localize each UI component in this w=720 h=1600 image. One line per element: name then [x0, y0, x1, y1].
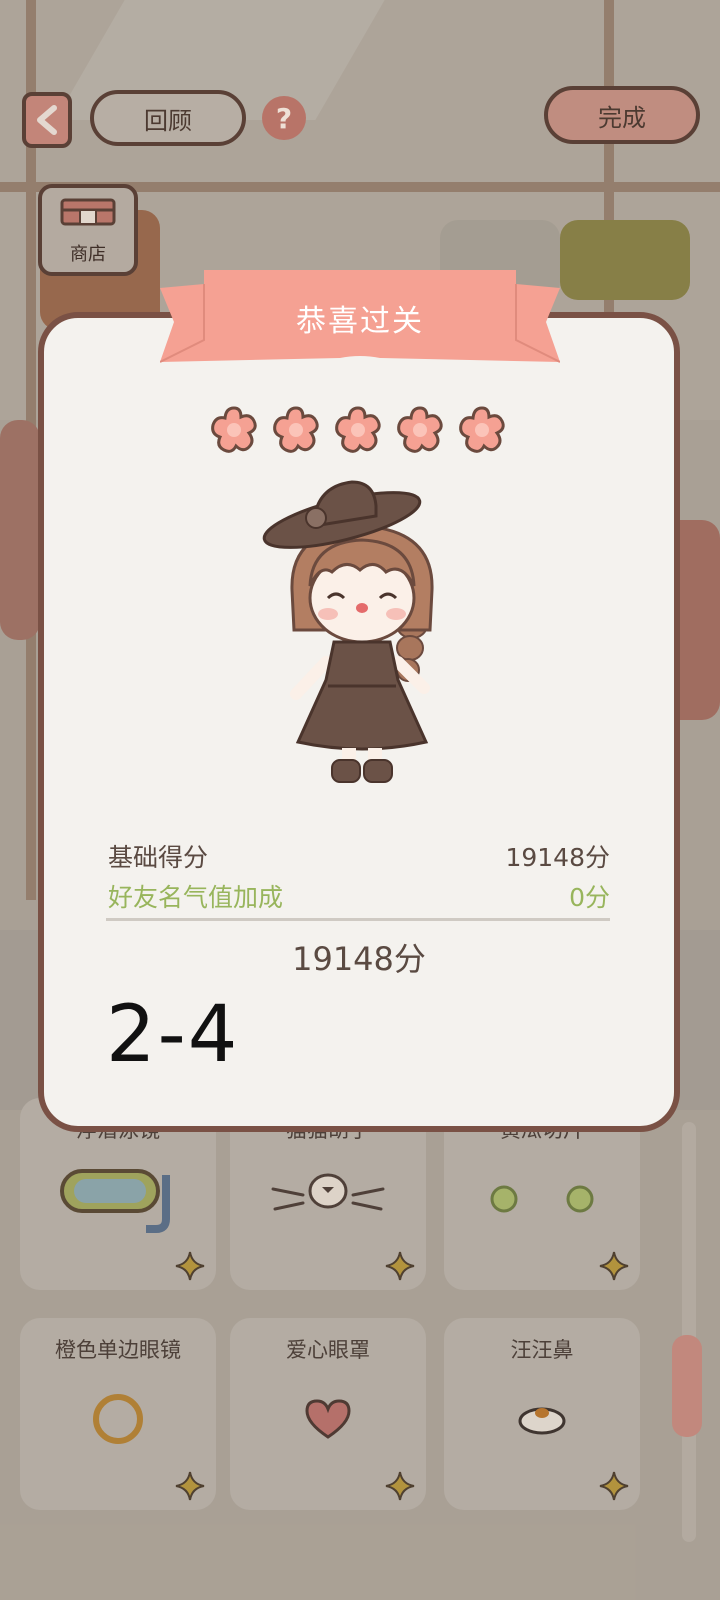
score-divider — [106, 918, 610, 921]
help-button[interactable]: ? — [262, 96, 306, 140]
item-card-heart-eyepatch[interactable]: 爱心眼罩 — [230, 1318, 426, 1510]
shop-icon — [60, 198, 116, 226]
snorkel-goggles-icon — [60, 1169, 170, 1233]
item-name: 汪汪鼻 — [510, 1338, 574, 1362]
cucumber-slices-icon — [490, 1185, 594, 1213]
flower-star-icon — [335, 406, 381, 453]
chevron-left-icon — [37, 105, 57, 135]
base-score-value: 19148分 — [505, 843, 610, 872]
question-mark-icon: ? — [275, 101, 293, 135]
shop-button[interactable]: 商店 — [38, 184, 138, 276]
cat-whiskers-icon — [271, 1173, 385, 1211]
item-card-monocle[interactable]: 橙色单边眼镜 — [20, 1318, 216, 1510]
rating-stars — [208, 404, 508, 456]
heart-eyepatch-icon — [305, 1399, 351, 1439]
flower-star-icon — [459, 406, 505, 453]
review-button[interactable]: 回顾 — [90, 90, 246, 146]
sparkle-star-icon — [175, 1471, 205, 1501]
review-label: 回顾 — [144, 106, 192, 135]
base-score-label: 基础得分 — [108, 843, 209, 872]
shop-label: 商店 — [70, 244, 106, 265]
sparkle-star-icon — [385, 1251, 415, 1281]
level-number: 2-4 — [106, 990, 240, 1080]
flower-star-icon — [273, 406, 319, 453]
dressed-character-illustration — [262, 480, 434, 783]
flower-star-icon — [211, 406, 257, 453]
friend-bonus-value: 0分 — [569, 883, 610, 912]
item-name: 爱心眼罩 — [286, 1338, 370, 1362]
done-label: 完成 — [598, 103, 646, 132]
flower-star-icon — [397, 406, 443, 453]
item-name: 橙色单边眼镜 — [55, 1338, 181, 1362]
base-score-row: 基础得分 19148分 — [108, 838, 610, 874]
sparkle-star-icon — [599, 1251, 629, 1281]
dialog-title: 恭喜过关 — [296, 304, 424, 339]
item-scrollbar-track[interactable] — [682, 1122, 696, 1542]
total-score: 19148分 — [292, 940, 426, 978]
sparkle-star-icon — [385, 1471, 415, 1501]
friend-bonus-row: 好友名气值加成 0分 — [108, 878, 610, 914]
item-scrollbar-thumb[interactable] — [672, 1335, 702, 1437]
done-button[interactable]: 完成 — [544, 86, 700, 144]
sparkle-star-icon — [599, 1471, 629, 1501]
dog-nose-icon — [518, 1407, 566, 1435]
friend-bonus-label: 好友名气值加成 — [108, 883, 284, 912]
monocle-icon — [93, 1394, 143, 1444]
back-button[interactable] — [22, 92, 72, 148]
item-card-dog-nose[interactable]: 汪汪鼻 — [444, 1318, 640, 1510]
sparkle-star-icon — [175, 1251, 205, 1281]
